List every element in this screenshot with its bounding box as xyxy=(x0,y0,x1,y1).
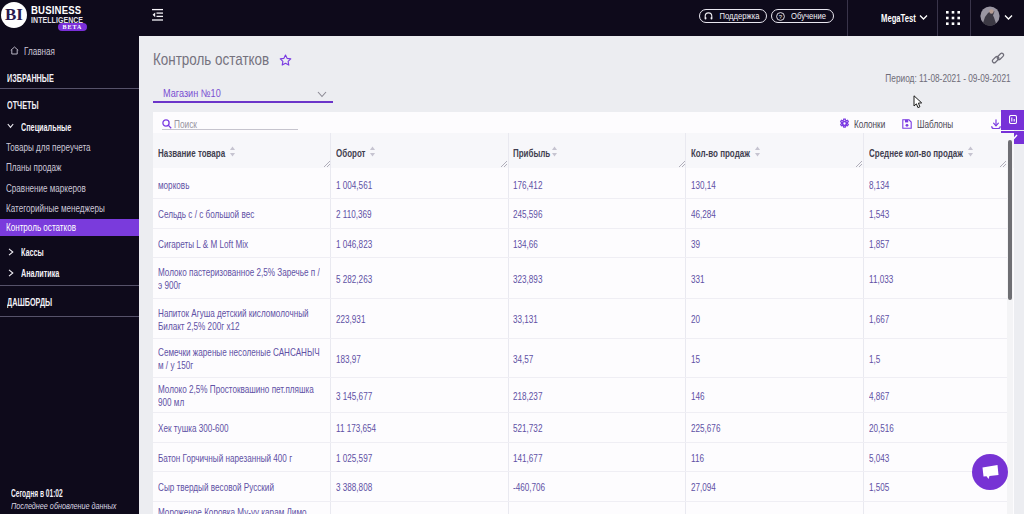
svg-text:?: ? xyxy=(779,13,783,19)
